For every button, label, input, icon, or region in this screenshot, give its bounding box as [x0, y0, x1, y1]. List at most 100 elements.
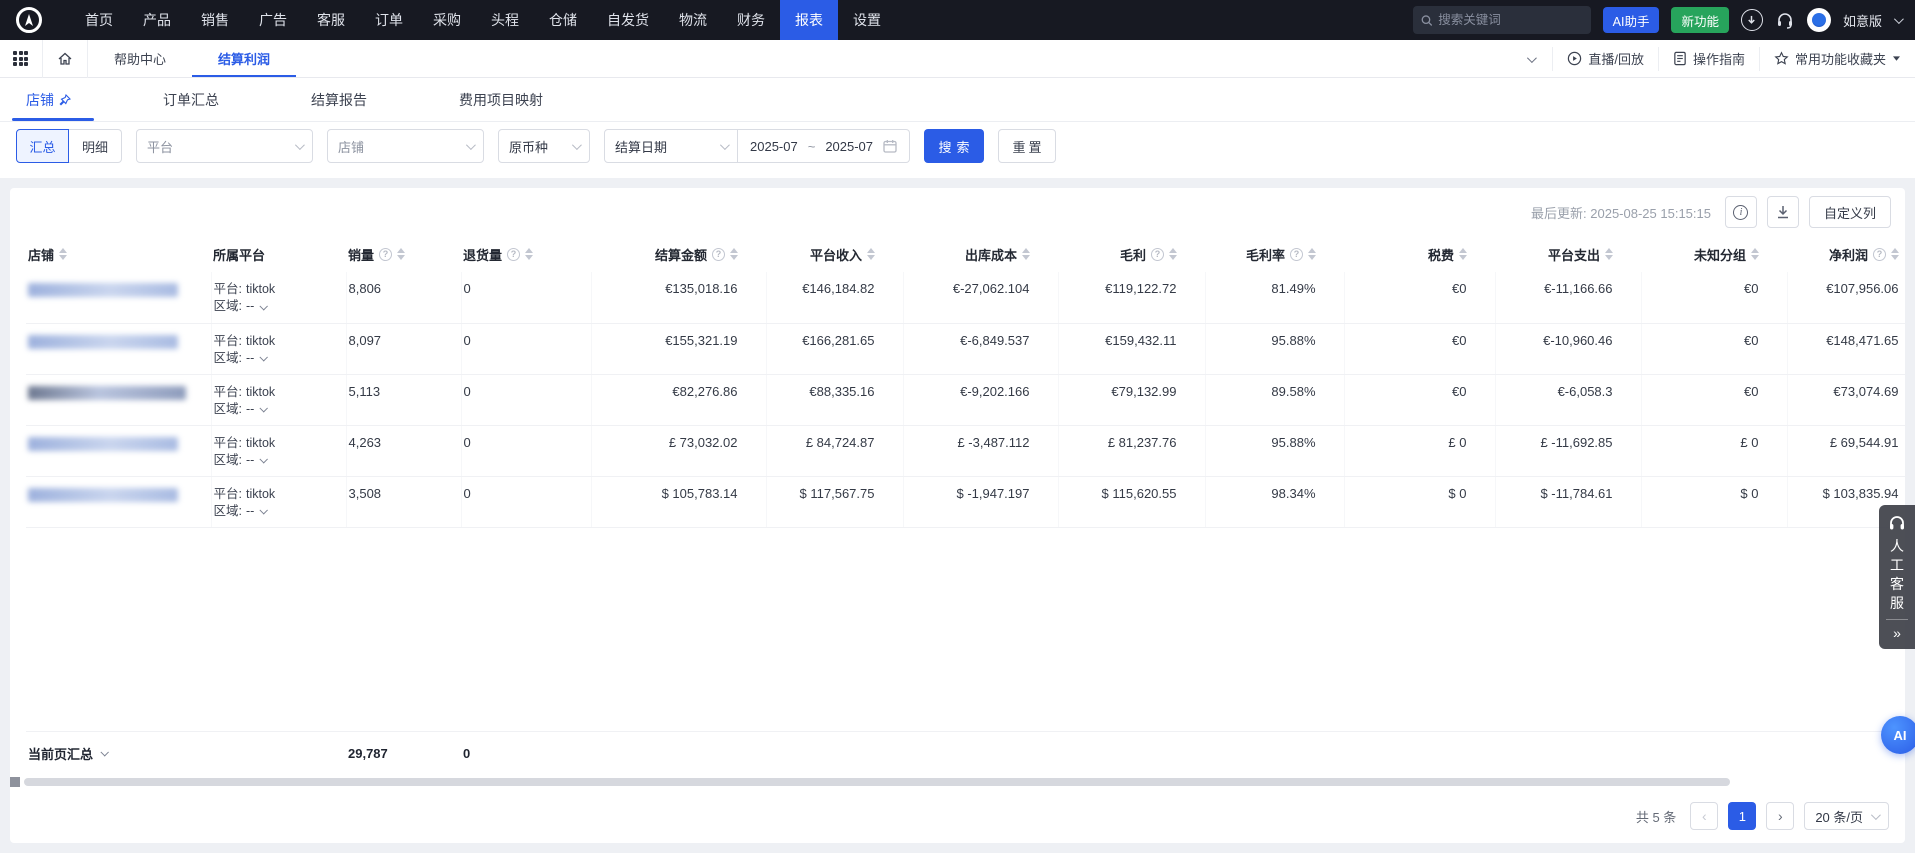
region-chevron-down-icon[interactable] — [260, 404, 268, 412]
store-name-blurred[interactable] — [28, 386, 186, 400]
column-header-platform_expense[interactable]: 平台支出 — [1495, 236, 1641, 272]
help-icon[interactable]: ? — [507, 248, 520, 261]
help-icon[interactable]: ? — [1873, 248, 1886, 261]
region-chevron-down-icon[interactable] — [260, 455, 268, 463]
sort-icon[interactable] — [397, 248, 405, 260]
help-icon[interactable]: ? — [1151, 248, 1164, 261]
search-input[interactable] — [1438, 13, 1582, 27]
nav-item-客服[interactable]: 客服 — [302, 0, 360, 40]
headset-icon[interactable] — [1775, 10, 1795, 30]
platform_expense-cell: €-10,960.46 — [1495, 323, 1641, 374]
store-select[interactable]: 店铺 — [327, 129, 484, 163]
edition-label[interactable]: 如意版 — [1843, 11, 1882, 30]
app-launcher-icon[interactable] — [13, 51, 28, 66]
sort-icon[interactable] — [59, 248, 67, 260]
column-header-unknown_group[interactable]: 未知分组 — [1641, 236, 1787, 272]
column-header-gross_margin[interactable]: 毛利率? — [1205, 236, 1344, 272]
mode-summary-button[interactable]: 汇总 — [16, 129, 69, 163]
region-chevron-down-icon[interactable] — [260, 302, 268, 310]
operation-guide-button[interactable]: 操作指南 — [1658, 47, 1759, 71]
tab-help-center[interactable]: 帮助中心 — [88, 40, 192, 77]
help-icon[interactable]: ? — [379, 248, 392, 261]
nav-item-报表[interactable]: 报表 — [780, 0, 838, 40]
nav-item-物流[interactable]: 物流 — [664, 0, 722, 40]
store-name-blurred[interactable] — [28, 283, 178, 297]
subtab-店铺[interactable]: 店铺 — [26, 78, 71, 121]
scrollbar-thumb[interactable] — [24, 778, 1730, 786]
help-icon[interactable]: ? — [1290, 248, 1303, 261]
global-search[interactable] — [1413, 6, 1591, 34]
nav-item-产品[interactable]: 产品 — [128, 0, 186, 40]
sort-icon[interactable] — [525, 248, 533, 260]
mode-detail-button[interactable]: 明细 — [69, 129, 122, 163]
help-icon[interactable]: ? — [712, 248, 725, 261]
ai-assistant-button[interactable]: AI助手 — [1603, 7, 1660, 33]
prev-page-button[interactable]: ‹ — [1690, 802, 1718, 830]
nav-item-订单[interactable]: 订单 — [360, 0, 418, 40]
sort-icon[interactable] — [1022, 248, 1030, 260]
column-header-outbound_cost[interactable]: 出库成本 — [903, 236, 1058, 272]
user-avatar[interactable] — [1807, 8, 1831, 32]
column-header-sales_qty[interactable]: 销量? — [346, 236, 461, 272]
ai-floating-button[interactable]: AI — [1881, 716, 1915, 754]
nav-item-销售[interactable]: 销售 — [186, 0, 244, 40]
sort-icon[interactable] — [1605, 248, 1613, 260]
search-button[interactable]: 搜索 — [924, 129, 984, 163]
column-header-tax[interactable]: 税费 — [1344, 236, 1495, 272]
column-header-net_profit[interactable]: 净利润? — [1787, 236, 1905, 272]
home-tab[interactable] — [43, 40, 87, 77]
customize-columns-button[interactable]: 自定义列 — [1809, 196, 1891, 228]
sort-icon[interactable] — [730, 248, 738, 260]
sort-icon[interactable] — [1169, 248, 1177, 260]
favorites-menu[interactable]: 常用功能收藏夹 — [1759, 47, 1915, 71]
date-end[interactable]: 2025-07 — [825, 139, 873, 154]
subtab-费用项目映射[interactable]: 费用项目映射 — [459, 78, 543, 121]
live-replay-button[interactable]: 直播/回放 — [1552, 47, 1658, 71]
nav-item-财务[interactable]: 财务 — [722, 0, 780, 40]
page-size-select[interactable]: 20 条/页 — [1804, 802, 1889, 830]
next-page-button[interactable]: › — [1766, 802, 1794, 830]
column-header-gross_profit[interactable]: 毛利? — [1058, 236, 1205, 272]
sort-icon[interactable] — [867, 248, 875, 260]
tab-list-chevron-down-icon[interactable] — [1509, 51, 1552, 66]
nav-item-采购[interactable]: 采购 — [418, 0, 476, 40]
sort-icon[interactable] — [1891, 248, 1899, 260]
column-header-return_qty[interactable]: 退货量? — [461, 236, 591, 272]
nav-item-广告[interactable]: 广告 — [244, 0, 302, 40]
region-chevron-down-icon[interactable] — [260, 506, 268, 514]
sort-icon[interactable] — [1308, 248, 1316, 260]
page-1-button[interactable]: 1 — [1728, 802, 1756, 830]
sort-icon[interactable] — [1751, 248, 1759, 260]
edition-chevron-down-icon[interactable] — [1894, 14, 1904, 24]
nav-item-设置[interactable]: 设置 — [838, 0, 896, 40]
summary-chevron-down-icon[interactable] — [100, 748, 108, 756]
nav-item-自发货[interactable]: 自发货 — [592, 0, 664, 40]
subtab-结算报告[interactable]: 结算报告 — [311, 78, 367, 121]
date-range-picker[interactable]: 2025-07 ~ 2025-07 — [738, 129, 910, 163]
collapse-chevrons-icon[interactable]: » — [1893, 625, 1901, 643]
new-feature-button[interactable]: 新功能 — [1671, 7, 1729, 33]
nav-item-仓储[interactable]: 仓储 — [534, 0, 592, 40]
subtab-订单汇总[interactable]: 订单汇总 — [163, 78, 219, 121]
nav-item-首页[interactable]: 首页 — [70, 0, 128, 40]
date-start[interactable]: 2025-07 — [750, 139, 798, 154]
table-info-button[interactable]: i — [1725, 196, 1757, 228]
store-name-blurred[interactable] — [28, 437, 178, 451]
region-chevron-down-icon[interactable] — [260, 353, 268, 361]
download-center-icon[interactable] — [1741, 9, 1763, 31]
export-button[interactable] — [1767, 196, 1799, 228]
tab-settlement-profit[interactable]: 结算利润 — [192, 40, 296, 77]
currency-select[interactable]: 原币种 — [498, 129, 590, 163]
app-logo-icon[interactable] — [16, 7, 42, 33]
store-name-blurred[interactable] — [28, 335, 178, 349]
column-header-store[interactable]: 店铺 — [26, 236, 211, 272]
platform-select[interactable]: 平台 — [136, 129, 313, 163]
nav-item-头程[interactable]: 头程 — [476, 0, 534, 40]
customer-service-panel[interactable]: 人工客服 » — [1879, 505, 1915, 649]
sort-icon[interactable] — [1459, 248, 1467, 260]
reset-button[interactable]: 重置 — [998, 129, 1056, 163]
date-type-select[interactable]: 结算日期 — [604, 129, 738, 163]
store-name-blurred[interactable] — [28, 488, 178, 502]
column-header-platform_income[interactable]: 平台收入 — [766, 236, 903, 272]
column-header-settle_amount[interactable]: 结算金额? — [591, 236, 766, 272]
